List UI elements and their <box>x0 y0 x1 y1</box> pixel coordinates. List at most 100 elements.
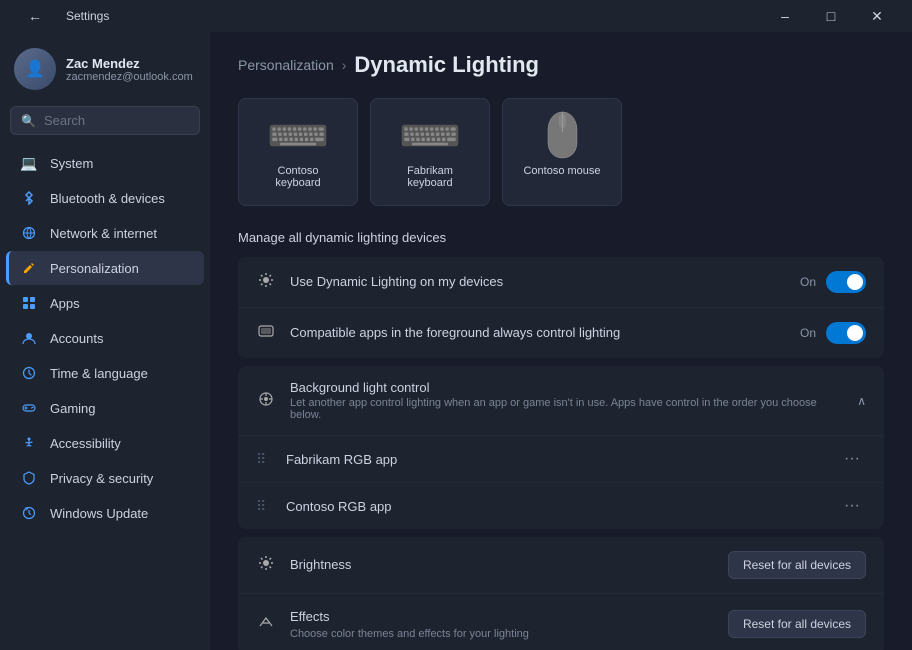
sidebar-item-label: Bluetooth & devices <box>50 191 165 206</box>
page-title: Dynamic Lighting <box>354 52 539 78</box>
sidebar-item-personalization[interactable]: Personalization <box>6 251 204 285</box>
foreground-apps-row: Compatible apps in the foreground always… <box>238 308 884 358</box>
sidebar: 👤 Zac Mendez zacmendez@outlook.com 🔍 💻 S… <box>0 32 210 650</box>
device-card-contoso-keyboard[interactable]: Contoso keyboard <box>238 98 358 206</box>
effects-desc: Choose color themes and effects for your… <box>290 628 714 640</box>
background-control-content: Background light control Let another app… <box>290 380 843 421</box>
keyboard-icon-2 <box>400 115 460 155</box>
dynamic-lighting-row: Use Dynamic Lighting on my devices On <box>238 257 884 308</box>
contoso-rgb-row: ⠿ Contoso RGB app ··· <box>238 483 884 529</box>
sidebar-item-privacy[interactable]: Privacy & security <box>6 461 204 495</box>
sidebar-item-label: Apps <box>50 296 80 311</box>
device-card-contoso-mouse[interactable]: Contoso mouse <box>502 98 622 206</box>
sidebar-item-label: Windows Update <box>50 506 148 521</box>
drag-handle-1[interactable]: ⠿ <box>256 451 272 468</box>
keyboard-icon <box>268 115 328 155</box>
fabrikam-rgb-label: Fabrikam RGB app <box>286 452 824 467</box>
sidebar-item-bluetooth[interactable]: Bluetooth & devices <box>6 181 204 215</box>
accessibility-icon <box>20 434 38 452</box>
apps-icon <box>20 294 38 312</box>
effects-row: Effects Choose color themes and effects … <box>238 594 884 650</box>
search-input[interactable] <box>44 113 189 128</box>
network-icon <box>20 224 38 242</box>
effects-content: Effects Choose color themes and effects … <box>290 608 714 640</box>
dynamic-lighting-label: Use Dynamic Lighting on my devices <box>290 274 503 289</box>
foreground-apps-toggle-label: On <box>800 326 816 340</box>
background-control-title: Background light control <box>290 380 843 395</box>
time-icon <box>20 364 38 382</box>
app-body: 👤 Zac Mendez zacmendez@outlook.com 🔍 💻 S… <box>0 32 912 650</box>
user-info: Zac Mendez zacmendez@outlook.com <box>66 56 193 83</box>
brightness-icon <box>256 555 276 575</box>
background-control-icon <box>256 391 276 411</box>
dynamic-lighting-right: On <box>800 271 866 293</box>
sidebar-item-gaming[interactable]: Gaming <box>6 391 204 425</box>
toggle-settings: Use Dynamic Lighting on my devices On Co… <box>238 257 884 358</box>
user-profile[interactable]: 👤 Zac Mendez zacmendez@outlook.com <box>0 32 210 106</box>
sidebar-item-system[interactable]: 💻 System <box>6 146 204 180</box>
foreground-apps-right: On <box>800 322 866 344</box>
foreground-apps-toggle[interactable] <box>826 322 866 344</box>
brightness-content: Brightness <box>290 556 714 574</box>
effects-icon <box>256 614 276 634</box>
gaming-icon <box>20 399 38 417</box>
dynamic-lighting-toggle-label: On <box>800 275 816 289</box>
maximize-button[interactable]: □ <box>808 0 854 32</box>
minimize-button[interactable]: – <box>762 0 808 32</box>
sidebar-item-network[interactable]: Network & internet <box>6 216 204 250</box>
dynamic-lighting-toggle[interactable] <box>826 271 866 293</box>
sidebar-item-accounts[interactable]: Accounts <box>6 321 204 355</box>
section-title: Manage all dynamic lighting devices <box>238 230 884 245</box>
breadcrumb: Personalization › Dynamic Lighting <box>238 52 884 78</box>
dynamic-lighting-content: Use Dynamic Lighting on my devices <box>290 273 786 291</box>
device-card-fabrikam-keyboard[interactable]: Fabrikam keyboard <box>370 98 490 206</box>
sidebar-item-apps[interactable]: Apps <box>6 286 204 320</box>
breadcrumb-separator: › <box>342 57 347 73</box>
sidebar-nav: 💻 System Bluetooth & devices Network & i… <box>0 145 210 531</box>
sidebar-item-label: System <box>50 156 93 171</box>
privacy-icon <box>20 469 38 487</box>
user-email: zacmendez@outlook.com <box>66 71 193 83</box>
avatar-inner: 👤 <box>14 48 56 90</box>
sidebar-item-label: Time & language <box>50 366 148 381</box>
sidebar-item-label: Personalization <box>50 261 139 276</box>
device-name-contoso-mouse: Contoso mouse <box>523 165 600 177</box>
brightness-row: Brightness Reset for all devices <box>238 537 884 594</box>
device-name-fabrikam-keyboard: Fabrikam keyboard <box>387 165 473 189</box>
background-control-header[interactable]: Background light control Let another app… <box>238 366 884 436</box>
avatar: 👤 <box>14 48 56 90</box>
fabrikam-rgb-more-button[interactable]: ··· <box>838 448 866 470</box>
sidebar-item-time[interactable]: Time & language <box>6 356 204 390</box>
title-bar-controls: – □ ✕ <box>762 0 900 32</box>
system-icon: 💻 <box>20 154 38 172</box>
sidebar-item-label: Network & internet <box>50 226 157 241</box>
sidebar-item-label: Gaming <box>50 401 96 416</box>
breadcrumb-parent[interactable]: Personalization <box>238 57 334 73</box>
bluetooth-icon <box>20 189 38 207</box>
sidebar-item-label: Accounts <box>50 331 103 346</box>
contoso-rgb-more-button[interactable]: ··· <box>838 495 866 517</box>
sidebar-item-update[interactable]: Windows Update <box>6 496 204 530</box>
effects-reset-button[interactable]: Reset for all devices <box>728 610 866 638</box>
sidebar-item-accessibility[interactable]: Accessibility <box>6 426 204 460</box>
foreground-apps-content: Compatible apps in the foreground always… <box>290 324 786 342</box>
background-control-section: Background light control Let another app… <box>238 366 884 529</box>
brightness-label: Brightness <box>290 557 351 572</box>
sidebar-item-label: Privacy & security <box>50 471 153 486</box>
dynamic-lighting-icon <box>256 272 276 293</box>
main-content: Personalization › Dynamic Lighting <box>210 32 912 650</box>
brightness-reset-button[interactable]: Reset for all devices <box>728 551 866 579</box>
foreground-apps-label: Compatible apps in the foreground always… <box>290 325 620 340</box>
mouse-icon <box>532 115 592 155</box>
contoso-rgb-label: Contoso RGB app <box>286 499 824 514</box>
drag-handle-2[interactable]: ⠿ <box>256 498 272 515</box>
close-button[interactable]: ✕ <box>854 0 900 32</box>
search-box[interactable]: 🔍 <box>10 106 200 135</box>
device-cards: Contoso keyboard <box>238 98 884 206</box>
foreground-apps-icon <box>256 323 276 344</box>
back-button[interactable]: ← <box>12 0 58 32</box>
update-icon <box>20 504 38 522</box>
title-bar-left: ← Settings <box>12 0 109 32</box>
title-bar: ← Settings – □ ✕ <box>0 0 912 32</box>
device-name-contoso-keyboard: Contoso keyboard <box>255 165 341 189</box>
